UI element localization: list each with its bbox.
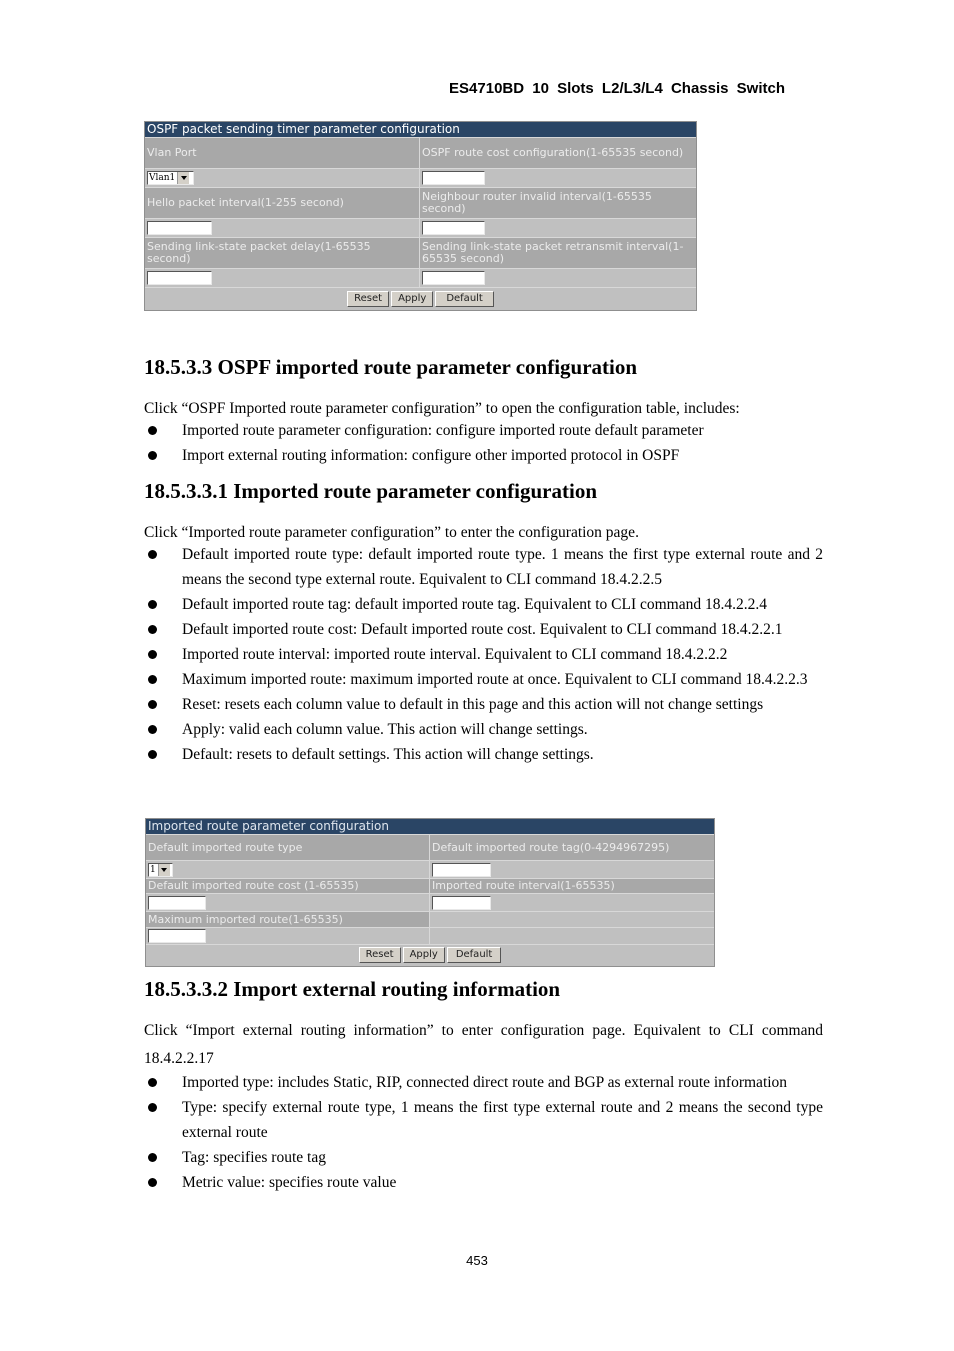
route-type-value: 1 xyxy=(150,864,156,875)
list-item: Reset: resets each column value to defau… xyxy=(144,692,823,717)
page-number: 453 xyxy=(466,1253,488,1268)
lsa-retransmit-interval-input[interactable] xyxy=(422,271,485,285)
ospf-timer-config-panel: OSPF packet sending timer parameter conf… xyxy=(144,121,697,311)
list-item: Default: resets to default settings. Thi… xyxy=(144,742,823,767)
list-item: Imported route parameter configuration: … xyxy=(144,418,823,443)
route-type-select[interactable]: 1 xyxy=(148,862,173,877)
bullet-icon xyxy=(148,1153,157,1162)
apply-button[interactable]: Apply xyxy=(402,947,445,963)
bullet-icon xyxy=(148,650,157,659)
section-bullet-list: Imported route parameter configuration: … xyxy=(144,418,823,468)
neighbour-invalid-interval-input[interactable] xyxy=(422,221,485,235)
bullet-icon xyxy=(148,1078,157,1087)
route-interval-input[interactable] xyxy=(432,895,491,910)
list-item: Imported type: includes Static, RIP, con… xyxy=(144,1070,823,1095)
bullet-icon xyxy=(148,750,157,759)
empty-cell xyxy=(430,912,714,927)
subsection-bullet-list: Default imported route type: default imp… xyxy=(144,542,823,767)
subsection-heading: 18.5.3.3.1 Imported route parameter conf… xyxy=(144,479,597,503)
list-item: Default imported route cost: Default imp… xyxy=(144,617,823,642)
bullet-icon xyxy=(148,675,157,684)
list-item: Default imported route tag: default impo… xyxy=(144,592,823,617)
list-item: Maximum imported route: maximum imported… xyxy=(144,667,823,692)
bullet-icon xyxy=(148,600,157,609)
route-cost-input[interactable] xyxy=(148,895,206,910)
bullet-icon xyxy=(148,625,157,634)
lsa-delay-input[interactable] xyxy=(147,271,212,285)
empty-cell xyxy=(430,928,714,944)
hello-interval-label: Hello packet interval(1-255 second) xyxy=(145,188,420,218)
route-cost-label: Default imported route cost (1-65535) xyxy=(146,879,430,893)
list-item: Metric value: specifies route value xyxy=(144,1170,823,1195)
max-route-input[interactable] xyxy=(148,929,206,943)
bullet-icon xyxy=(148,1103,157,1112)
subsection-bullet-list: Imported type: includes Static, RIP, con… xyxy=(144,1070,823,1195)
vlan-port-value: Vlan1 xyxy=(149,173,176,183)
panel-title: OSPF packet sending timer parameter conf… xyxy=(145,122,696,137)
route-tag-label: Default imported route tag(0-4294967295) xyxy=(430,835,714,860)
list-item: Default imported route type: default imp… xyxy=(144,542,823,592)
subsection-heading: 18.5.3.3.2 Import external routing infor… xyxy=(144,977,561,1001)
reset-button[interactable]: Reset xyxy=(347,290,390,307)
route-cost-label: OSPF route cost configuration(1-65535 se… xyxy=(420,138,696,168)
neighbour-invalid-interval-label: Neighbour router invalid interval(1-6553… xyxy=(420,188,696,218)
max-route-label: Maximum imported route(1-65535) xyxy=(146,912,430,927)
default-button[interactable]: Default xyxy=(446,947,502,963)
list-item: Type: specify external route type, 1 mea… xyxy=(144,1095,823,1145)
bullet-icon xyxy=(148,725,157,734)
vlan-port-label: Vlan Port xyxy=(145,138,420,168)
route-cost-input[interactable] xyxy=(422,171,485,185)
panel-title: Imported route parameter configuration xyxy=(146,819,714,834)
bullet-icon xyxy=(148,426,157,435)
list-item: Apply: valid each column value. This act… xyxy=(144,717,823,742)
bullet-icon xyxy=(148,1178,157,1187)
imported-route-config-panel: Imported route parameter configuration D… xyxy=(145,818,715,967)
apply-button[interactable]: Apply xyxy=(391,290,434,307)
hello-interval-input[interactable] xyxy=(147,221,212,235)
lsa-delay-label: Sending link-state packet delay(1-65535 … xyxy=(145,238,420,268)
list-item: Tag: specifies route tag xyxy=(144,1145,823,1170)
route-tag-input[interactable] xyxy=(432,862,491,877)
lsa-retransmit-interval-label: Sending link-state packet retransmit int… xyxy=(420,238,696,268)
section-heading: 18.5.3.3 OSPF imported route parameter c… xyxy=(144,355,638,379)
vlan-port-select[interactable]: Vlan1 xyxy=(147,171,194,185)
reset-button[interactable]: Reset xyxy=(358,947,401,963)
route-interval-label: Imported route interval(1-65535) xyxy=(430,879,714,893)
bullet-icon xyxy=(148,451,157,460)
default-button[interactable]: Default xyxy=(435,290,494,307)
route-type-label: Default imported route type xyxy=(146,835,430,860)
document-header: ES4710BD 10 Slots L2/L3/L4 Chassis Switc… xyxy=(449,80,785,97)
bullet-icon xyxy=(148,700,157,709)
bullet-icon xyxy=(148,550,157,559)
list-item: Imported route interval: imported route … xyxy=(144,642,823,667)
subsection-intro: Click “Import external routing informati… xyxy=(144,1022,823,1067)
dropdown-arrow-icon[interactable] xyxy=(177,172,190,184)
list-item: Import external routing information: con… xyxy=(144,443,823,468)
dropdown-arrow-icon[interactable] xyxy=(157,863,170,876)
